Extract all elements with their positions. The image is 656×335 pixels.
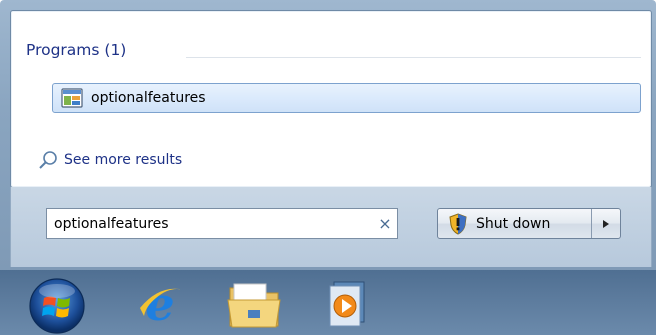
- shutdown-label: Shut down: [476, 215, 551, 232]
- shutdown-button[interactable]: Shut down: [438, 209, 591, 238]
- see-more-results-link[interactable]: See more results: [38, 148, 182, 172]
- shield-icon: [449, 212, 467, 235]
- media-player-icon[interactable]: [326, 278, 370, 330]
- shutdown-options-button[interactable]: [592, 209, 620, 238]
- arrow-right-icon: [603, 219, 609, 228]
- folder-icon[interactable]: [226, 280, 282, 330]
- section-divider: [186, 57, 641, 58]
- taskbar: e: [0, 270, 656, 335]
- search-input[interactable]: [47, 214, 373, 233]
- internet-explorer-icon[interactable]: e: [134, 278, 186, 330]
- result-item-optionalfeatures[interactable]: optionalfeatures: [52, 83, 641, 113]
- windows-logo-icon[interactable]: [24, 274, 90, 334]
- control-panel-icon: [61, 88, 83, 108]
- shutdown-button-group: Shut down: [437, 208, 621, 239]
- programs-section-header: Programs (1): [26, 38, 126, 62]
- search-box[interactable]: ×: [46, 208, 398, 239]
- search-icon: [39, 151, 57, 169]
- clear-search-icon[interactable]: ×: [373, 214, 397, 233]
- programs-heading: Programs (1): [26, 41, 127, 59]
- result-label: optionalfeatures: [91, 90, 206, 106]
- see-more-label: See more results: [64, 152, 183, 168]
